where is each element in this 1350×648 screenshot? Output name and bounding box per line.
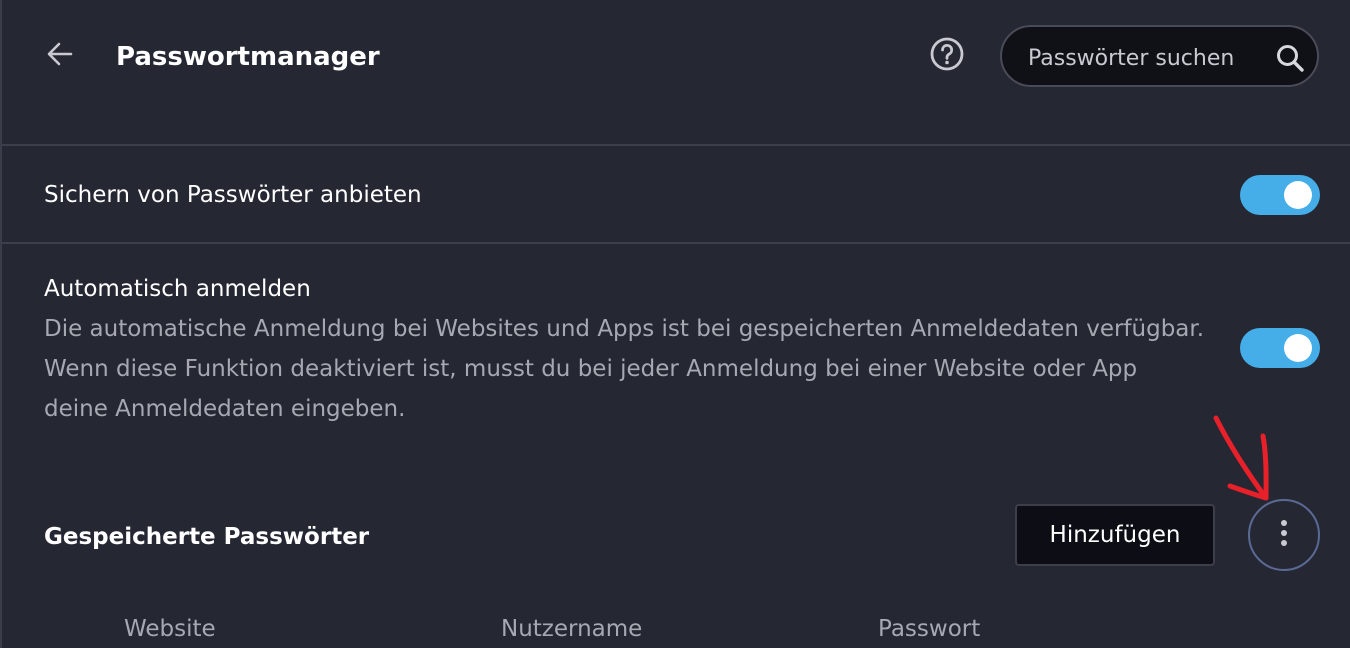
help-button[interactable] xyxy=(928,37,966,75)
search-box xyxy=(1000,25,1319,87)
offer-save-toggle[interactable] xyxy=(1240,175,1320,215)
auto-signin-description-line: Die automatische Anmeldung bei Websites … xyxy=(44,316,1205,342)
search-icon[interactable] xyxy=(1273,41,1307,75)
settings-divider xyxy=(2,242,1350,244)
help-circle-icon xyxy=(929,36,965,76)
more-vertical-icon xyxy=(1279,518,1289,552)
search-input[interactable] xyxy=(1026,41,1260,75)
auto-signin-label: Automatisch anmelden xyxy=(44,276,311,302)
offer-save-label: Sichern von Passwörter anbieten xyxy=(44,182,422,208)
auto-signin-toggle[interactable] xyxy=(1240,328,1320,368)
column-header-password[interactable]: Passwort xyxy=(878,614,980,644)
column-header-website[interactable]: Website xyxy=(124,614,216,644)
page-title: Passwortmanager xyxy=(116,42,380,72)
page-header: Passwortmanager xyxy=(2,0,1350,145)
column-header-username[interactable]: Nutzername xyxy=(501,614,642,644)
header-divider xyxy=(2,144,1350,146)
add-password-button[interactable]: Hinzufügen xyxy=(1015,504,1215,566)
auto-signin-description-line: Wenn diese Funktion deaktiviert ist, mus… xyxy=(44,356,1138,382)
more-actions-button[interactable] xyxy=(1248,499,1320,571)
arrow-left-icon xyxy=(45,39,75,73)
toggle-knob xyxy=(1284,181,1312,209)
password-manager-page: Passwortmanager Sichern von Passwörter a… xyxy=(0,0,1350,648)
toggle-knob xyxy=(1284,334,1312,362)
saved-passwords-title: Gespeicherte Passwörter xyxy=(44,524,370,550)
auto-signin-description-line: deine Anmeldedaten eingeben. xyxy=(44,396,406,422)
back-button[interactable] xyxy=(40,36,80,76)
red-arrow-annotation xyxy=(1213,415,1269,501)
